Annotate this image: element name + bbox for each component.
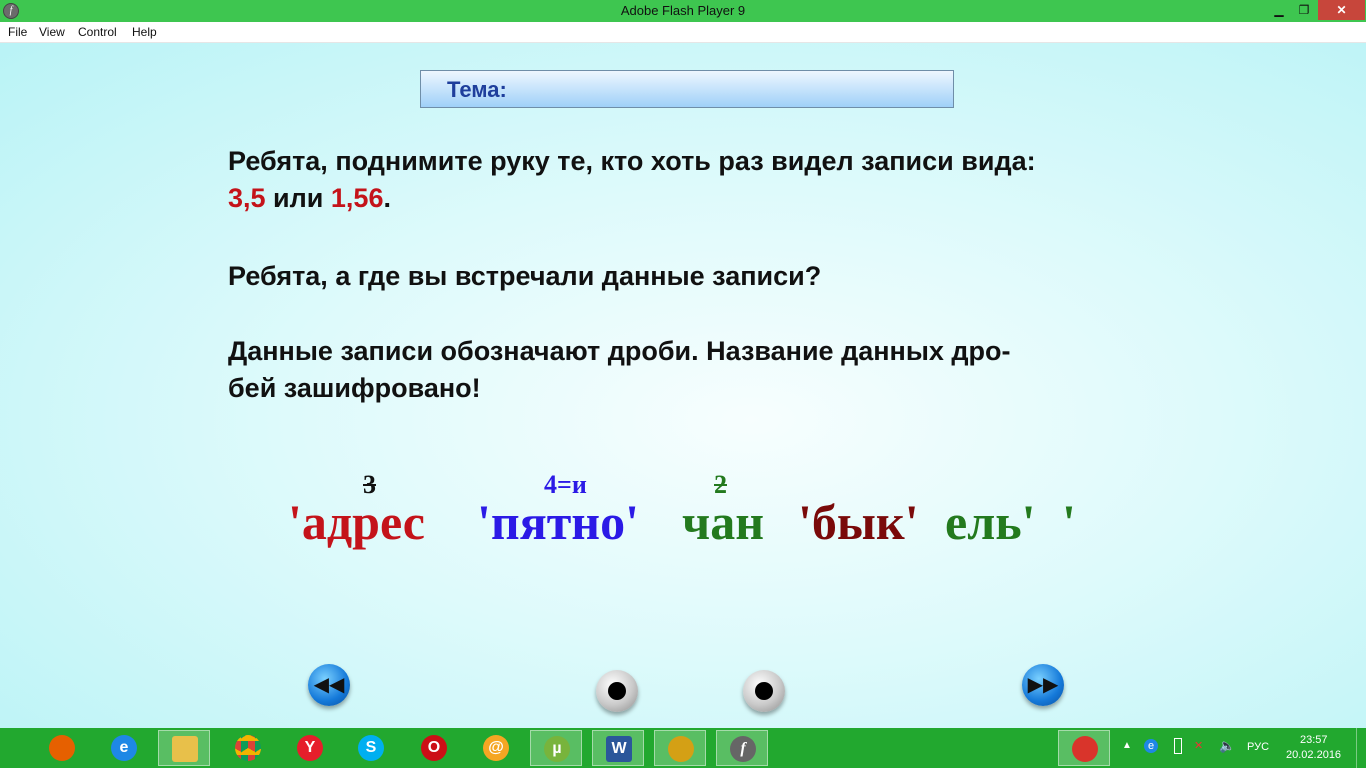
volume-icon[interactable]: 🔈 bbox=[1219, 738, 1235, 754]
skype-icon: S bbox=[358, 735, 384, 761]
taskbar-chrome[interactable] bbox=[222, 730, 274, 766]
decimal-example-2: 1,56 bbox=[330, 183, 384, 213]
taskbar-opera[interactable]: O bbox=[408, 730, 460, 766]
maximize-button[interactable]: ❐ bbox=[1290, 0, 1318, 20]
flash-player-icon: f bbox=[730, 736, 756, 762]
taskbar-explorer[interactable] bbox=[158, 730, 210, 766]
menu-control[interactable]: Control bbox=[78, 25, 117, 39]
taskbar-mail[interactable]: @ bbox=[470, 730, 522, 766]
stop-button-1[interactable] bbox=[596, 670, 638, 712]
firefox-icon bbox=[49, 735, 75, 761]
menu-help[interactable]: Help bbox=[132, 25, 157, 39]
next-slide-button[interactable]: ▶▶ bbox=[1022, 664, 1064, 706]
rebus-word-4: 'бык' bbox=[798, 494, 919, 550]
file-explorer-icon bbox=[172, 736, 198, 762]
close-button[interactable]: ✕ bbox=[1318, 0, 1365, 20]
tray-app-button[interactable] bbox=[1058, 730, 1110, 766]
paragraph-1-line1: Ребята, поднимите руку те, кто хоть раз … bbox=[228, 146, 1036, 176]
topic-label: Тема: bbox=[447, 77, 507, 102]
menu-view[interactable]: View bbox=[39, 25, 65, 39]
yandex-browser-icon: Y bbox=[297, 735, 323, 761]
minimize-button[interactable]: ▁ bbox=[1265, 0, 1293, 20]
language-indicator[interactable]: РУС bbox=[1247, 741, 1269, 753]
mail-agent-icon: @ bbox=[483, 735, 509, 761]
stop-icon bbox=[755, 682, 773, 700]
clock-time[interactable]: 23:57 bbox=[1300, 734, 1328, 746]
stop-icon bbox=[608, 682, 626, 700]
battery-icon[interactable] bbox=[1174, 738, 1182, 754]
paragraph-1: Ребята, поднимите руку те, кто хоть раз … bbox=[228, 143, 1036, 217]
utorrent-icon: µ bbox=[544, 736, 570, 762]
clock-date[interactable]: 20.02.2016 bbox=[1286, 749, 1341, 761]
paragraph-3-line1: Данные записи обозначают дроби. Название… bbox=[228, 336, 1011, 366]
tray-network-app-icon[interactable]: e bbox=[1144, 739, 1158, 753]
taskbar-app[interactable] bbox=[654, 730, 706, 766]
menu-file[interactable]: File bbox=[8, 25, 27, 39]
show-desktop-button[interactable] bbox=[1356, 728, 1366, 768]
rebus-word-1: 'адрес bbox=[288, 494, 425, 550]
taskbar-utorrent[interactable]: µ bbox=[530, 730, 582, 766]
rebus-word-5: ель' bbox=[945, 494, 1036, 550]
internet-explorer-icon: e bbox=[111, 735, 137, 761]
paragraph-2: Ребята, а где вы встречали данные записи… bbox=[228, 261, 822, 291]
chrome-icon bbox=[235, 735, 261, 761]
taskbar-ie[interactable]: e bbox=[98, 730, 150, 766]
taskbar-skype[interactable]: S bbox=[345, 730, 397, 766]
flash-stage: Тема: Ребята, поднимите руку те, кто хот… bbox=[0, 43, 1366, 728]
tray-app-icon bbox=[1072, 736, 1098, 762]
show-hidden-icons[interactable]: ▲ bbox=[1122, 740, 1132, 751]
period-text: . bbox=[383, 183, 391, 213]
rebus-word-6: ' bbox=[1062, 494, 1076, 550]
window-title: Adobe Flash Player 9 bbox=[620, 3, 746, 18]
taskbar: e Y S O @ µ W f ▲ e ✕ 🔈 РУС 23:57 20.02.… bbox=[0, 728, 1366, 768]
rebus-word-2: 'пятно' bbox=[477, 494, 640, 550]
decimal-example-1: 3,5 bbox=[228, 183, 266, 213]
taskbar-firefox[interactable] bbox=[36, 730, 88, 766]
rebus-word-3: чан bbox=[682, 494, 765, 550]
previous-slide-button[interactable]: ◀◀ bbox=[308, 664, 350, 706]
taskbar-yandex[interactable]: Y bbox=[284, 730, 336, 766]
paragraph-3-line2: бей зашифровано! bbox=[228, 373, 481, 403]
paragraph-1-line2: 3,5 или 1,56. bbox=[228, 180, 1036, 217]
or-text: или bbox=[265, 183, 331, 213]
menu-bar: File View Control Help bbox=[0, 22, 1366, 43]
stop-button-2[interactable] bbox=[743, 670, 785, 712]
taskbar-word[interactable]: W bbox=[592, 730, 644, 766]
title-bar: f Adobe Flash Player 9 ▁ ❐ ✕ bbox=[0, 0, 1366, 22]
app-logo-icon bbox=[668, 736, 694, 762]
topic-box: Тема: bbox=[420, 70, 954, 108]
word-icon: W bbox=[606, 736, 632, 762]
network-icon[interactable]: ✕ bbox=[1194, 739, 1203, 752]
taskbar-flash[interactable]: f bbox=[716, 730, 768, 766]
paragraph-3: Данные записи обозначают дроби. Название… bbox=[228, 333, 1011, 407]
opera-icon: O bbox=[421, 735, 447, 761]
